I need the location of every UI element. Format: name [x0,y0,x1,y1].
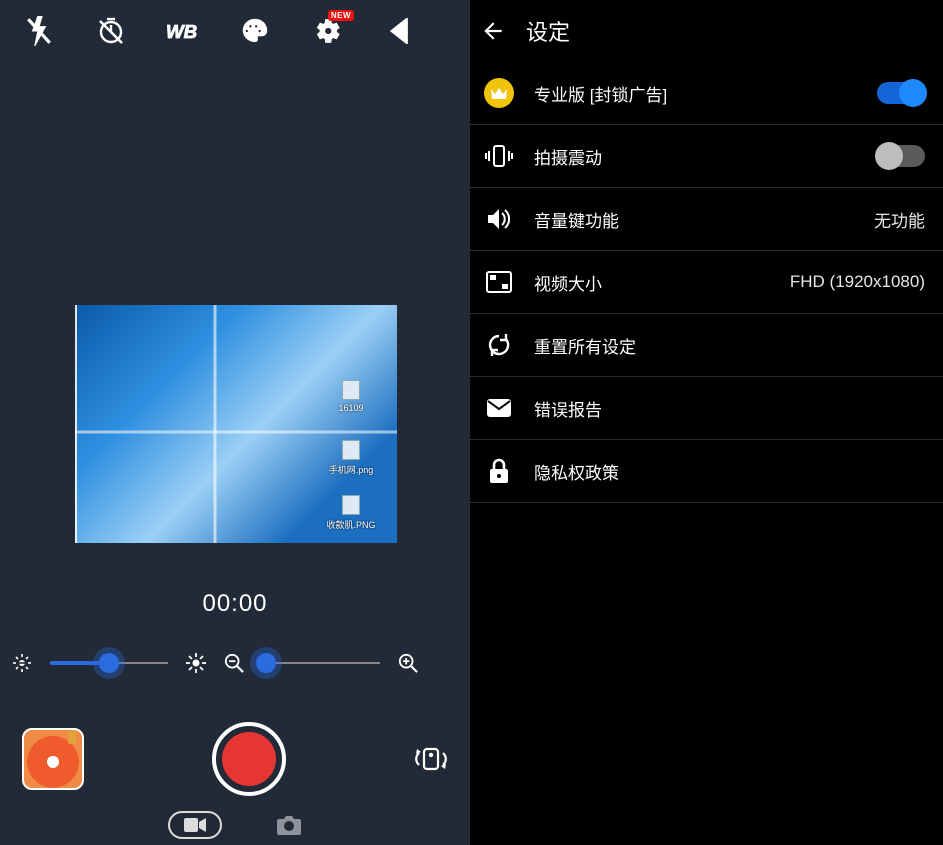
setting-label: 视频大小 [534,270,770,295]
settings-list: 专业版 [封锁广告] 拍摄震动 音量键功能 无功能 视频大小 FHD (1920… [470,62,943,503]
photo-mode-button[interactable] [276,814,302,836]
svg-text:WB: WB [166,21,197,42]
switch-camera-icon[interactable] [414,739,448,779]
camera-preview[interactable]: 16109 手机网.png 收款肌.PNG [75,305,397,543]
setting-reset[interactable]: 重置所有设定 [470,314,943,377]
lock-icon [484,456,514,486]
setting-value: FHD (1920x1080) [790,272,925,292]
volume-icon [484,204,514,234]
timer-off-icon[interactable] [94,14,128,48]
zoom-out-icon[interactable] [224,653,244,673]
toggle-switch[interactable] [877,145,925,167]
zoom-in-icon[interactable] [398,653,418,673]
setting-vibrate[interactable]: 拍摄震动 [470,125,943,188]
setting-volume-key[interactable]: 音量键功能 无功能 [470,188,943,251]
mail-icon [484,393,514,423]
settings-pane: 设定 专业版 [封锁广告] 拍摄震动 音量键功能 无功能 [470,0,943,845]
reset-icon [484,330,514,360]
video-mode-button[interactable] [168,811,222,839]
record-button[interactable] [212,722,286,796]
camera-pane: WB NEW 16109 手机网.png 收款肌.PNG 00:00 [0,0,470,845]
collapse-left-icon[interactable] [382,14,416,48]
brightness-slider[interactable] [50,661,168,665]
setting-value: 无功能 [874,207,925,232]
setting-video-size[interactable]: 视频大小 FHD (1920x1080) [470,251,943,314]
setting-label: 拍摄震动 [534,144,857,169]
setting-label: 专业版 [封锁广告] [534,81,857,106]
gallery-thumbnail[interactable] [22,728,84,790]
setting-label: 音量键功能 [534,207,854,232]
setting-label: 错误报告 [534,396,925,421]
mode-selector [0,811,470,839]
back-icon[interactable] [478,16,508,46]
sliders-row [0,648,470,678]
setting-pro-version[interactable]: 专业版 [封锁广告] [470,62,943,125]
new-badge: NEW [328,10,354,21]
white-balance-icon[interactable]: WB [166,14,200,48]
camera-top-toolbar: WB NEW [0,0,470,62]
setting-privacy[interactable]: 隐私权政策 [470,440,943,503]
settings-icon[interactable]: NEW [310,14,344,48]
palette-icon[interactable] [238,14,272,48]
flash-off-icon[interactable] [22,14,56,48]
brightness-up-icon[interactable] [186,653,206,673]
setting-bug-report[interactable]: 错误报告 [470,377,943,440]
camera-bottom-bar [0,719,470,799]
settings-title: 设定 [526,15,570,47]
recording-timer: 00:00 [0,590,470,618]
crown-icon [484,78,514,108]
setting-label: 隐私权政策 [534,459,925,484]
setting-label: 重置所有设定 [534,333,925,358]
aspect-ratio-icon [484,267,514,297]
vibrate-icon [484,141,514,171]
preview-desktop-item: 收款肌.PNG [323,495,379,531]
brightness-down-icon[interactable] [12,653,32,673]
zoom-slider[interactable] [262,661,380,665]
toggle-switch[interactable] [877,82,925,104]
settings-header: 设定 [470,0,943,62]
preview-desktop-item: 16109 [323,380,379,413]
preview-desktop-item: 手机网.png [323,440,379,476]
